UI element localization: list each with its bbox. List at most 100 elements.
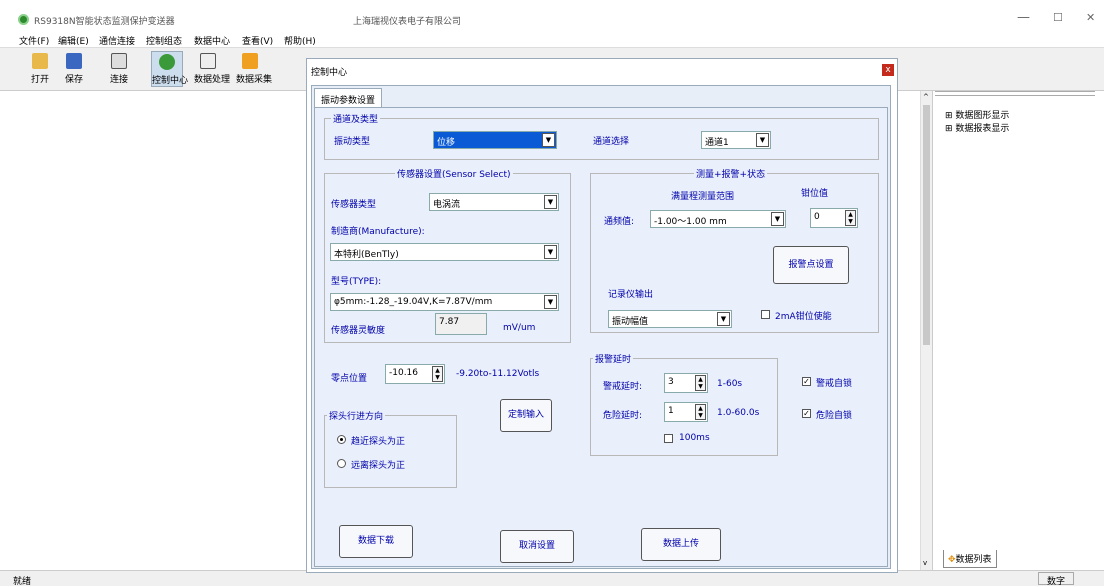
tree-item-report[interactable]: ⊞ 数据报表显示 [945,121,1009,134]
measure-group: 测量+报警+状态 满量程测量范围 钳位值 通频值: -1.00～1.00 mm ▼… [590,167,879,333]
data-download-button[interactable]: 数据下载 [339,525,413,558]
scroll-thumb[interactable] [923,105,930,345]
cancel-settings-button[interactable]: 取消设置 [500,530,574,563]
custom-input-button[interactable]: 定制输入 [500,399,552,432]
maximize-button[interactable]: ☐ [1053,11,1063,24]
left-pane [14,91,306,570]
clamp-value-field[interactable]: 0 ▲ ▼ [810,208,858,228]
clamp-header: 钳位值 [801,189,829,199]
warn-range-label: 1-60s [717,379,743,389]
radio-approach[interactable] [337,435,346,444]
channel-label: 通道选择 [593,137,630,147]
menu-view[interactable]: 查看(V) [242,34,273,47]
control-center-dialog: 控制中心 x 振动参数设置 通道及类型 振动类型 位移 ▼ 通道选择 通道1 ▼ 传… [306,58,898,573]
sensor-type-label: 传感器类型 [331,200,377,210]
scroll-down-icon[interactable]: v [923,559,927,567]
menu-control[interactable]: 控制组态 [146,34,182,47]
warn-latch-label: 警戒自锁 [816,379,853,389]
group-title: 探头行进方向 [327,409,386,422]
chevron-down-icon: ▼ [542,133,555,147]
recorder-output-select[interactable]: 振动幅值 ▼ [608,310,732,328]
tab-data-list[interactable]: ✥数据列表 [943,550,997,568]
data-collect-button[interactable]: 数据采集 [236,51,272,87]
vertical-scrollbar[interactable]: ^ v [920,91,932,570]
range-header: 满量程测量范围 [671,192,735,202]
freq-label: 通频值: [604,217,635,227]
right-pane: ⊞ 数据图形显示 ⊞ 数据报表显示 ✥数据列表 [932,91,1100,570]
sensitivity-field[interactable]: 7.87 [435,313,487,335]
group-title: 通道及类型 [331,112,381,125]
freq-range-select[interactable]: -1.00～1.00 mm ▼ [650,210,786,228]
minimize-button[interactable]: — [1017,10,1030,25]
menu-data[interactable]: 数据中心 [194,34,230,47]
menu-bar: 文件(F) 编辑(E) 通信连接 控制组态 数据中心 查看(V) 帮助(H) [0,33,1104,47]
close-button[interactable]: ✕ [1086,11,1095,24]
app-icon [18,14,29,25]
menu-file[interactable]: 文件(F) [19,34,49,47]
app-title: RS9318N智能状态监测保护变送器 [34,17,175,27]
menu-connect[interactable]: 通信连接 [99,34,135,47]
danger-latch-label: 危险自锁 [816,411,853,421]
danger-delay-field[interactable]: 1 ▲ ▼ [664,402,708,422]
channel-select[interactable]: 通道1 ▼ [701,131,771,149]
status-text: 就绪 [13,577,32,587]
dialog-title-bar[interactable]: 控制中心 x [307,59,897,81]
ms-label: 100ms [679,433,710,443]
group-title: 测量+报警+状态 [694,167,768,180]
open-button[interactable]: 打开 [26,51,54,87]
right-pane-splitter[interactable] [935,91,1095,96]
chart-icon [200,53,216,69]
warn-delay-label: 警戒延时: [603,382,643,392]
spin-arrows-icon: ▲ ▼ [695,404,706,420]
radio-approach-label: 趋近探头为正 [351,437,406,447]
scroll-up-icon[interactable]: ^ [923,93,929,101]
radio-away-label: 远离探头为正 [351,461,406,471]
expand-icon: ⊞ [945,124,953,134]
data-process-button[interactable]: 数据处理 [194,51,230,87]
plug-icon [111,53,127,69]
floppy-icon [66,53,82,69]
tree-item-graph[interactable]: ⊞ 数据图形显示 [945,108,1009,121]
zero-range-label: -9.20to-11.12Votls [456,369,540,379]
arrow-right-icon [242,53,258,69]
group-title: 报警延时 [593,352,634,365]
warn-latch-checkbox[interactable]: ✓ [802,377,811,386]
expand-icon: ⊞ [945,111,953,121]
sensitivity-label: 传感器灵敏度 [331,326,386,336]
ms-checkbox[interactable] [664,434,673,443]
danger-latch-checkbox[interactable]: ✓ [802,409,811,418]
chevron-down-icon: ▼ [544,195,557,209]
vibration-type-select[interactable]: 位移 ▼ [433,131,557,149]
zero-position-field[interactable]: -10.16 ▲ ▼ [385,364,445,384]
tab-panel: 通道及类型 振动类型 位移 ▼ 通道选择 通道1 ▼ 传感器设置(Sensor Se… [314,107,888,567]
danger-range-label: 1.0-60.0s [717,408,760,418]
radio-away[interactable] [337,459,346,468]
company-name: 上海瑞视仪表电子有限公司 [353,17,462,27]
menu-help[interactable]: 帮助(H) [284,34,316,47]
model-select[interactable]: φ5mm:-1.28_-19.04V,K=7.87V/mm ▼ [330,293,559,311]
type-label: 振动类型 [334,137,371,147]
status-mode: 数字 [1038,572,1074,587]
connect-button[interactable]: 连接 [105,51,133,87]
save-button[interactable]: 保存 [60,51,88,87]
dialog-title: 控制中心 [311,68,348,78]
chevron-down-icon: ▼ [756,133,769,147]
dialog-body: 振动参数设置 通道及类型 振动类型 位移 ▼ 通道选择 通道1 ▼ 传感器设置(Se… [311,85,891,569]
chevron-down-icon: ▼ [544,295,557,309]
data-upload-button[interactable]: 数据上传 [641,528,721,561]
control-center-button[interactable]: 控制中心 [151,51,188,87]
danger-delay-label: 危险延时: [603,411,643,421]
warn-delay-field[interactable]: 3 ▲ ▼ [664,373,708,393]
chevron-down-icon: ▼ [771,212,784,226]
alarm-setpoint-button[interactable]: 报警点设置 [773,246,849,284]
dialog-close-button[interactable]: x [882,64,894,76]
maker-select[interactable]: 本特利(BenTly) ▼ [330,243,559,261]
menu-edit[interactable]: 编辑(E) [58,34,89,47]
model-label: 型号(TYPE): [331,277,382,287]
tab-vibration-settings[interactable]: 振动参数设置 [314,88,383,108]
channel-group: 通道及类型 振动类型 位移 ▼ 通道选择 通道1 ▼ [324,112,879,160]
refresh-icon [159,54,175,70]
sensor-type-select[interactable]: 电涡流 ▼ [429,193,559,211]
sensitivity-unit: mV/um [503,323,536,333]
clamp-enable-checkbox[interactable] [761,310,770,319]
